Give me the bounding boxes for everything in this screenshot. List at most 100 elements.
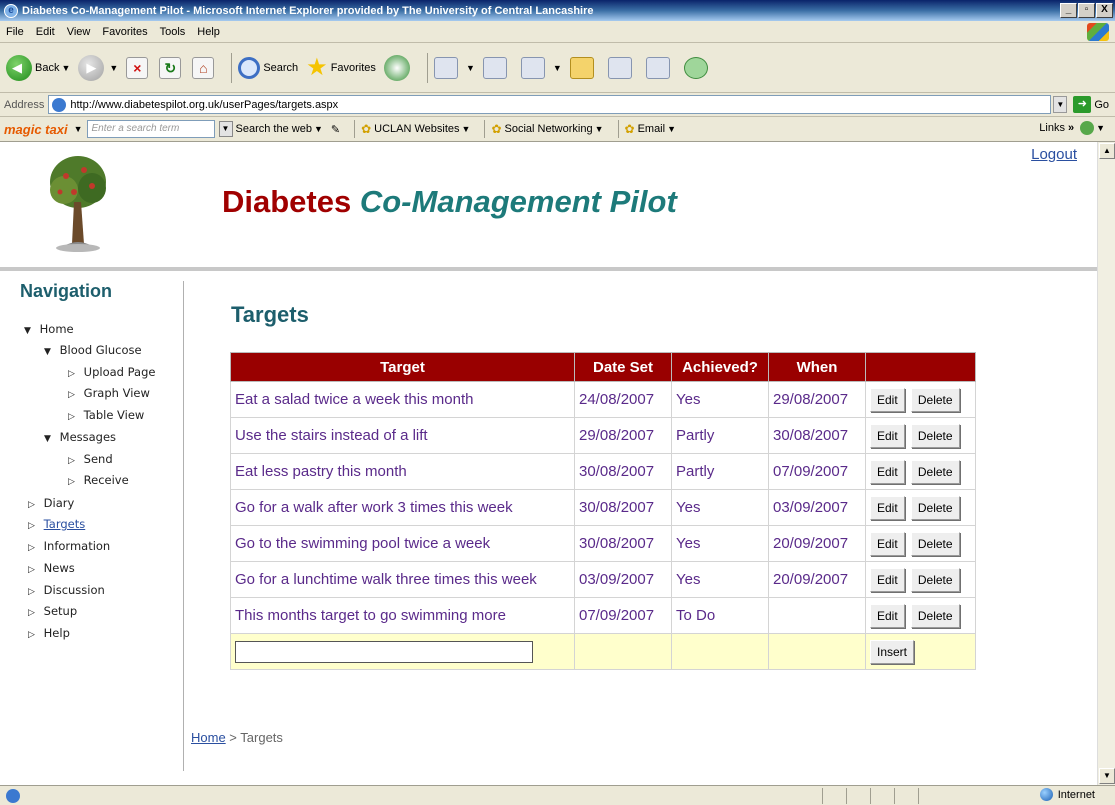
edit-button[interactable]: Edit	[870, 567, 905, 592]
breadcrumb-home-link[interactable]: Home	[191, 730, 226, 745]
highlight-button[interactable]: ✎	[331, 123, 340, 136]
close-button[interactable]: X	[1096, 3, 1113, 18]
nav-item-upload-page[interactable]: ▷ Upload Page	[68, 365, 155, 379]
toolbar-separator	[354, 120, 356, 138]
menu-edit[interactable]: Edit	[36, 26, 55, 38]
delete-button[interactable]: Delete	[910, 423, 960, 448]
edit-word-button[interactable]: ▼	[520, 56, 562, 79]
expanded-arrow-icon[interactable]: ▼	[24, 326, 36, 336]
mail-button[interactable]: ▼	[433, 56, 475, 79]
delete-button[interactable]: Delete	[910, 495, 960, 520]
social-networking-menu[interactable]: ✿ Social Networking ▼	[491, 122, 603, 136]
nav-item-diary[interactable]: ▷ Diary	[28, 496, 74, 510]
magic-taxi-logo[interactable]: magic taxi	[4, 122, 68, 137]
chevron-right-icon[interactable]: »	[1068, 122, 1074, 134]
nav-item-news[interactable]: ▷ News	[28, 561, 75, 575]
messenger-status-icon[interactable]	[1080, 121, 1095, 135]
nav-item-graph-view[interactable]: ▷ Graph View	[68, 386, 150, 400]
research-button[interactable]	[607, 56, 638, 79]
uclan-websites-menu[interactable]: ✿ UCLAN Websites ▼	[361, 122, 470, 136]
search-button[interactable]: Search	[238, 56, 299, 79]
nav-item-table-view[interactable]: ▷ Table View	[68, 408, 144, 422]
nav-item-information[interactable]: ▷ Information	[28, 539, 110, 553]
minimize-button[interactable]: _	[1060, 3, 1077, 18]
scroll-up-icon[interactable]: ▲	[1099, 143, 1115, 159]
insert-button[interactable]: Insert	[870, 639, 915, 664]
search-term-input[interactable]: Enter a search term	[86, 120, 215, 138]
nav-item-home[interactable]: ▼ Home	[24, 322, 74, 336]
back-button[interactable]: Back ▼	[6, 54, 70, 81]
date-set-cell: 03/09/2007	[574, 561, 672, 598]
menu-favorites[interactable]: Favorites	[102, 26, 147, 38]
nav-item-targets[interactable]: ▷ Targets	[28, 517, 85, 531]
home-button[interactable]: ⌂	[192, 56, 217, 79]
research-icon	[607, 56, 632, 79]
when-cell: 03/09/2007	[768, 489, 866, 526]
chevron-down-icon[interactable]: ▼	[1053, 96, 1068, 113]
go-button[interactable]: ➜ Go	[1073, 96, 1109, 113]
address-url[interactable]: http://www.diabetespilot.org.uk/userPage…	[70, 99, 338, 111]
search-web-button[interactable]: Search the web ▼	[236, 123, 323, 135]
new-target-input[interactable]	[235, 640, 533, 663]
address-field[interactable]: http://www.diabetespilot.org.uk/userPage…	[48, 95, 1052, 114]
chevron-down-icon[interactable]: ▼	[61, 63, 70, 73]
menu-tools[interactable]: Tools	[160, 26, 186, 38]
nav-item-setup[interactable]: ▷ Setup	[28, 604, 77, 618]
messenger-button[interactable]	[683, 56, 714, 79]
nav-item-messages[interactable]: ▼ Messages	[44, 430, 116, 444]
edit-button[interactable]: Edit	[870, 423, 905, 448]
page-status-icon	[6, 788, 20, 803]
email-menu[interactable]: ✿ Email ▼	[625, 122, 677, 136]
chevron-down-icon[interactable]: ▼	[466, 63, 475, 73]
stop-button[interactable]: ×	[126, 56, 151, 79]
menu-help[interactable]: Help	[197, 26, 220, 38]
links-toolbar: magic taxi ▼ Enter a search term ▼ Searc…	[0, 117, 1115, 142]
chevron-down-icon[interactable]: ▼	[74, 124, 83, 134]
media-button[interactable]	[383, 54, 413, 81]
edit-button[interactable]: Edit	[870, 531, 905, 556]
search-label: Search	[263, 61, 299, 74]
refresh-icon: ↻	[159, 56, 182, 79]
chevron-down-icon[interactable]: ▼	[1096, 123, 1105, 133]
chevron-down-icon[interactable]: ▼	[218, 121, 233, 137]
nav-item-discussion[interactable]: ▷ Discussion	[28, 583, 105, 597]
logout-link[interactable]: Logout	[1031, 146, 1077, 163]
delete-button[interactable]: Delete	[910, 567, 960, 592]
chevron-down-icon[interactable]: ▼	[553, 63, 562, 73]
forward-button[interactable]: ▼	[78, 54, 118, 81]
nav-item-help[interactable]: ▷ Help	[28, 626, 70, 640]
chevron-down-icon[interactable]: ▼	[314, 124, 323, 134]
chevron-down-icon[interactable]: ▼	[109, 63, 118, 73]
email-label: Email	[637, 123, 666, 135]
windows-button[interactable]	[645, 56, 676, 79]
nav-item-label: Upload Page	[83, 365, 156, 379]
toolbar: Back ▼ ▼ × ↻ ⌂ Search ★ Favorites	[0, 43, 1115, 93]
refresh-button[interactable]: ↻	[159, 56, 184, 79]
edit-button[interactable]: Edit	[870, 459, 905, 484]
favorites-button[interactable]: ★ Favorites	[306, 55, 376, 80]
expanded-arrow-icon[interactable]: ▼	[44, 434, 56, 444]
delete-button[interactable]: Delete	[910, 603, 960, 628]
nav-item-receive[interactable]: ▷ Receive	[68, 473, 129, 487]
menu-view[interactable]: View	[67, 26, 91, 38]
edit-button[interactable]: Edit	[870, 603, 905, 628]
nav-item-send[interactable]: ▷ Send	[68, 452, 113, 466]
achieved-cell: Yes	[671, 489, 769, 526]
menu-file[interactable]: File	[6, 26, 24, 38]
delete-button[interactable]: Delete	[910, 531, 960, 556]
chevron-down-icon: ▼	[667, 124, 676, 134]
edit-button[interactable]: Edit	[870, 495, 905, 520]
maximize-button[interactable]: ▫	[1078, 3, 1095, 18]
delete-button[interactable]: Delete	[910, 459, 960, 484]
vertical-scrollbar[interactable]: ▲ ▼	[1097, 142, 1115, 785]
folder-button[interactable]	[569, 56, 600, 79]
collapsed-arrow-icon: ▷	[68, 369, 75, 379]
edit-button[interactable]: Edit	[870, 387, 905, 412]
links-label[interactable]: Links	[1039, 122, 1065, 134]
status-pane	[822, 788, 844, 804]
print-button[interactable]	[482, 56, 513, 79]
delete-button[interactable]: Delete	[910, 387, 960, 412]
scroll-down-icon[interactable]: ▼	[1099, 768, 1115, 784]
nav-item-blood-glucose[interactable]: ▼ Blood Glucose	[44, 343, 142, 357]
expanded-arrow-icon[interactable]: ▼	[44, 347, 56, 357]
